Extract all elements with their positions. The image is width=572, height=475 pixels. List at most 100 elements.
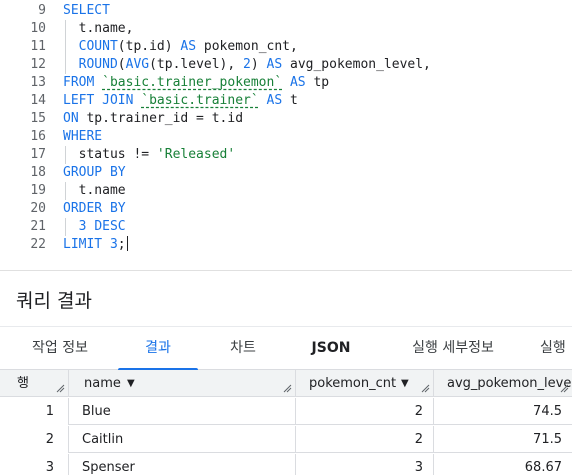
header-name[interactable]: name ▼: [69, 370, 296, 397]
code-token: 2: [243, 57, 251, 72]
code-token: DESC: [94, 219, 126, 234]
indent-guide: [65, 146, 66, 164]
code-text: 3 DESC: [63, 218, 126, 236]
code-token: tp.trainer_id = t.id: [78, 111, 244, 126]
tab-execution-graph[interactable]: 실행: [540, 327, 572, 370]
panel-divider[interactable]: [0, 270, 572, 271]
cell-name[interactable]: Spenser: [69, 454, 296, 475]
code-line[interactable]: 20 ORDER BY: [0, 200, 572, 218]
header-pokemon-cnt[interactable]: pokemon_cnt ▼: [296, 370, 434, 397]
row-number: 1: [0, 398, 69, 425]
code-token: AS: [266, 57, 283, 72]
code-token: AS: [266, 93, 283, 108]
code-line[interactable]: 13 FROM `basic.trainer_pokemon` AS tp: [0, 74, 572, 92]
cell-name[interactable]: Caitlin: [69, 426, 296, 453]
code-text: ORDER BY: [63, 200, 126, 218]
column-resize-icon[interactable]: [421, 384, 430, 393]
code-line[interactable]: 11 COUNT(tp.id) AS pokemon_cnt,: [0, 38, 572, 56]
tab-execution-details[interactable]: 실행 세부정보: [392, 327, 514, 370]
code-line[interactable]: 15 ON tp.trainer_id = t.id: [0, 110, 572, 128]
table-row[interactable]: 3 Spenser 3 68.67: [0, 454, 572, 475]
code-token: (tp.id): [117, 39, 181, 54]
code-line[interactable]: 22 LIMIT 3;: [0, 236, 572, 254]
code-text: SELECT: [63, 2, 110, 20]
table-row[interactable]: 1 Blue 2 74.5: [0, 398, 572, 425]
code-token: t.name,: [63, 21, 134, 36]
results-table: 행 name ▼ pokemon_cnt ▼ avg_pokemon_level…: [0, 370, 572, 475]
cell-pokemon-cnt[interactable]: 3: [296, 454, 434, 475]
tab-job-info[interactable]: 작업 정보: [14, 327, 106, 370]
code-token: COUNT: [78, 39, 118, 54]
row-number: 2: [0, 426, 69, 453]
code-token: LEFT JOIN: [63, 93, 134, 108]
code-line[interactable]: 21 3 DESC: [0, 218, 572, 236]
code-text: COUNT(tp.id) AS pokemon_cnt,: [63, 38, 298, 56]
header-row-number-label: 행: [17, 376, 29, 391]
row-number: 3: [0, 454, 69, 475]
cell-pokemon-cnt[interactable]: 2: [296, 398, 434, 425]
line-number: 21: [30, 219, 46, 234]
code-text: ON tp.trainer_id = t.id: [63, 110, 243, 128]
results-tabs: 작업 정보 결과 차트 JSON 실행 세부정보 실행: [0, 326, 572, 371]
code-line[interactable]: 14 LEFT JOIN `basic.trainer` AS t: [0, 92, 572, 110]
code-line[interactable]: 17 status != 'Released': [0, 146, 572, 164]
sort-down-icon[interactable]: ▼: [401, 370, 409, 396]
code-token: ON: [63, 111, 79, 126]
line-number: 9: [38, 3, 46, 18]
header-avg-pokemon-level[interactable]: avg_pokemon_level: [434, 370, 572, 397]
code-token: WHERE: [63, 129, 103, 144]
code-line[interactable]: 19 t.name: [0, 182, 572, 200]
line-number: 19: [30, 183, 46, 198]
code-line[interactable]: 12 ROUND(AVG(tp.level), 2) AS avg_pokemo…: [0, 56, 572, 74]
header-name-label: name: [84, 376, 121, 391]
code-line[interactable]: 16 WHERE: [0, 128, 572, 146]
code-text: status != 'Released': [63, 146, 236, 164]
cell-avg-pokemon-level[interactable]: 74.5: [434, 398, 572, 425]
tab-chart[interactable]: 차트: [210, 327, 276, 370]
code-token: `basic.trainer_pokemon`: [102, 75, 283, 90]
column-resize-icon[interactable]: [56, 384, 65, 393]
table-row[interactable]: 2 Caitlin 2 71.5: [0, 426, 572, 453]
cell-avg-pokemon-level[interactable]: 68.67: [434, 454, 572, 475]
code-token: status !=: [63, 147, 157, 162]
code-token: `basic.trainer`: [141, 93, 259, 108]
code-token: tp: [305, 75, 330, 90]
line-number: 15: [30, 111, 46, 126]
text-cursor: [126, 236, 128, 251]
code-text: LEFT JOIN `basic.trainer` AS t: [63, 92, 298, 110]
line-number: 12: [30, 57, 46, 72]
code-token: t: [282, 93, 298, 108]
column-resize-icon[interactable]: [560, 384, 569, 393]
line-number: 20: [30, 201, 46, 216]
tab-results[interactable]: 결과: [118, 327, 198, 370]
code-token: LIMIT: [63, 237, 103, 252]
code-token: (tp.level),: [149, 57, 244, 72]
header-avg-pokemon-level-label: avg_pokemon_level: [447, 376, 572, 391]
header-pokemon-cnt-label: pokemon_cnt: [309, 376, 397, 391]
code-line[interactable]: 10 t.name,: [0, 20, 572, 38]
code-line[interactable]: 9 SELECT: [0, 2, 572, 20]
sql-editor[interactable]: 9 SELECT 10 t.name, 11 COUNT(tp.id) AS poke…: [0, 0, 572, 262]
cell-pokemon-cnt[interactable]: 2: [296, 426, 434, 453]
code-token: t.name: [63, 183, 126, 198]
sort-down-icon[interactable]: ▼: [127, 370, 135, 396]
indent-guide: [65, 20, 66, 74]
code-token: ;: [117, 237, 126, 252]
code-text: GROUP BY: [63, 164, 126, 182]
cell-avg-pokemon-level[interactable]: 71.5: [434, 426, 572, 453]
indent-guide: [65, 218, 66, 236]
code-line[interactable]: 18 GROUP BY: [0, 164, 572, 182]
cell-name[interactable]: Blue: [69, 398, 296, 425]
tab-json[interactable]: JSON: [292, 327, 370, 370]
code-text: ROUND(AVG(tp.level), 2) AS avg_pokemon_l…: [63, 56, 431, 74]
code-token: ROUND: [78, 57, 118, 72]
code-token: (: [117, 57, 126, 72]
indent-guide: [65, 182, 66, 200]
line-number: 17: [30, 147, 46, 162]
code-token: FROM: [63, 75, 95, 90]
results-title: 쿼리 결과: [16, 290, 92, 312]
column-resize-icon[interactable]: [283, 384, 292, 393]
code-text: t.name,: [63, 20, 134, 38]
